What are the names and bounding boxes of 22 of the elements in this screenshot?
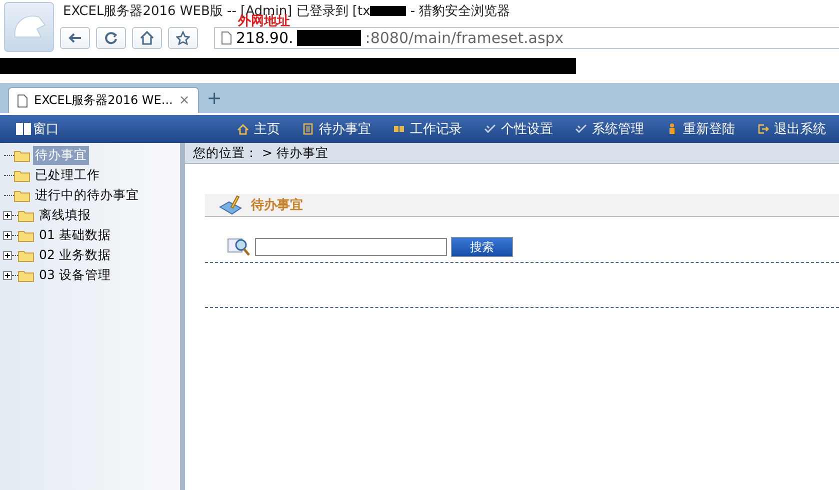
breadcrumb: 您的位置： > 待办事宜 [193,144,328,162]
browser-tab[interactable]: EXCEL服务器2016 WE... × [8,87,199,113]
menu-item[interactable]: 退出系统 [746,120,837,138]
new-tab-button[interactable]: + [206,88,222,108]
panel-header: 待办事宜 [205,194,839,217]
menu-item[interactable]: 重新登陆 [655,120,746,138]
address-field[interactable]: 218.90. :8080/main/frameset.aspx [214,27,839,49]
menu-item[interactable]: 个性设置 [473,120,564,138]
tree-item[interactable]: 离线填报 [37,206,93,224]
window-menu[interactable]: 窗口 [33,120,59,138]
tree-item[interactable]: 02 业务数据 [37,246,113,264]
search-button[interactable]: 搜索 [451,237,513,257]
menu-item[interactable]: 系统管理 [564,120,655,138]
tree-item[interactable]: 进行中的待办事宜 [33,186,141,204]
tree-item[interactable]: 03 设备管理 [37,266,113,284]
tree-item[interactable]: 已处理工作 [33,166,102,184]
window-title: - 猎豹安全浏览器 [409,3,510,20]
menu-item[interactable]: 工作记录 [382,120,473,138]
menu-item[interactable]: 待办事宜 [291,120,382,138]
tree-item[interactable]: 01 基础数据 [37,226,113,244]
menu-item[interactable]: 主页 [226,120,291,138]
close-icon[interactable]: × [178,93,190,108]
